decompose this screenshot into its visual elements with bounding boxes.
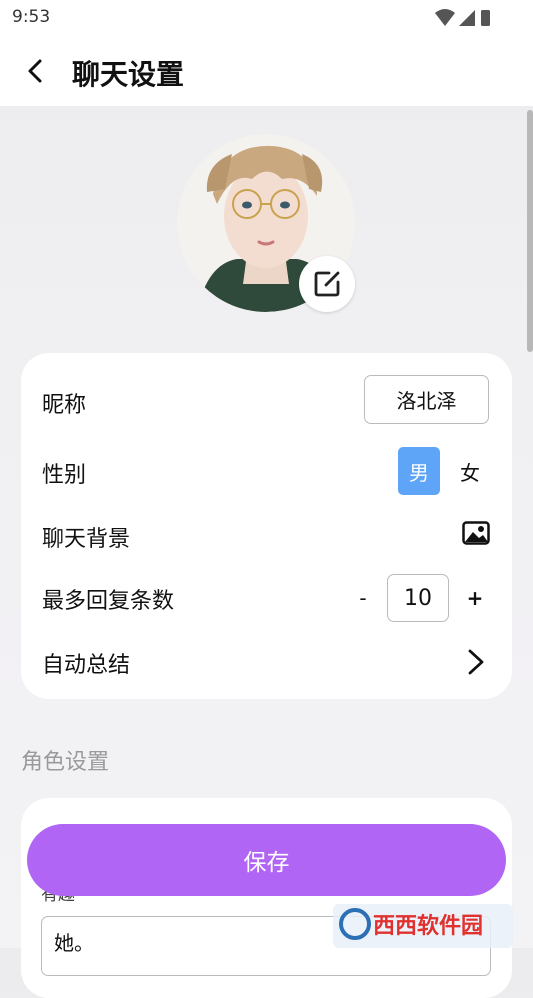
- gender-female-button[interactable]: 女: [449, 447, 491, 495]
- avatar-container: [177, 134, 355, 312]
- nickname-label: 昵称: [42, 393, 87, 418]
- gender-label: 性别: [42, 463, 87, 488]
- status-icons: [435, 9, 490, 26]
- image-icon[interactable]: [462, 521, 490, 545]
- page-title: 聊天设置: [72, 58, 185, 91]
- chat-background-label: 聊天背景: [42, 527, 131, 552]
- signal-icon: [459, 10, 475, 26]
- wifi-icon: [435, 9, 455, 26]
- watermark-logo: 西西软件园: [333, 904, 513, 948]
- status-time: 9:53: [12, 7, 51, 27]
- battery-icon: [481, 10, 490, 26]
- chevron-right-icon[interactable]: [465, 647, 487, 677]
- back-button[interactable]: [20, 54, 54, 88]
- watermark-text: 西西软件园: [373, 913, 483, 939]
- max-reply-label: 最多回复条数: [42, 589, 175, 614]
- role-section-title: 角色设置: [21, 750, 110, 775]
- edit-avatar-button[interactable]: [299, 256, 355, 312]
- settings-card: 昵称 洛北泽 性别 男 女 聊天背景 最多回复条数 - 10 + 自动总结: [21, 353, 512, 699]
- status-bar: 9:53: [0, 0, 533, 36]
- max-reply-input[interactable]: 10: [387, 574, 449, 622]
- scrollbar[interactable]: [527, 110, 533, 352]
- nickname-field[interactable]: 洛北泽: [364, 375, 489, 424]
- decrement-button[interactable]: -: [351, 581, 375, 615]
- chevron-left-icon: [28, 59, 42, 83]
- app-bar: 聊天设置: [0, 36, 533, 106]
- edit-icon: [314, 271, 340, 297]
- save-button[interactable]: 保存: [27, 824, 506, 896]
- gender-male-button[interactable]: 男: [398, 447, 440, 495]
- increment-button[interactable]: +: [463, 581, 487, 615]
- auto-summary-label: 自动总结: [42, 653, 131, 678]
